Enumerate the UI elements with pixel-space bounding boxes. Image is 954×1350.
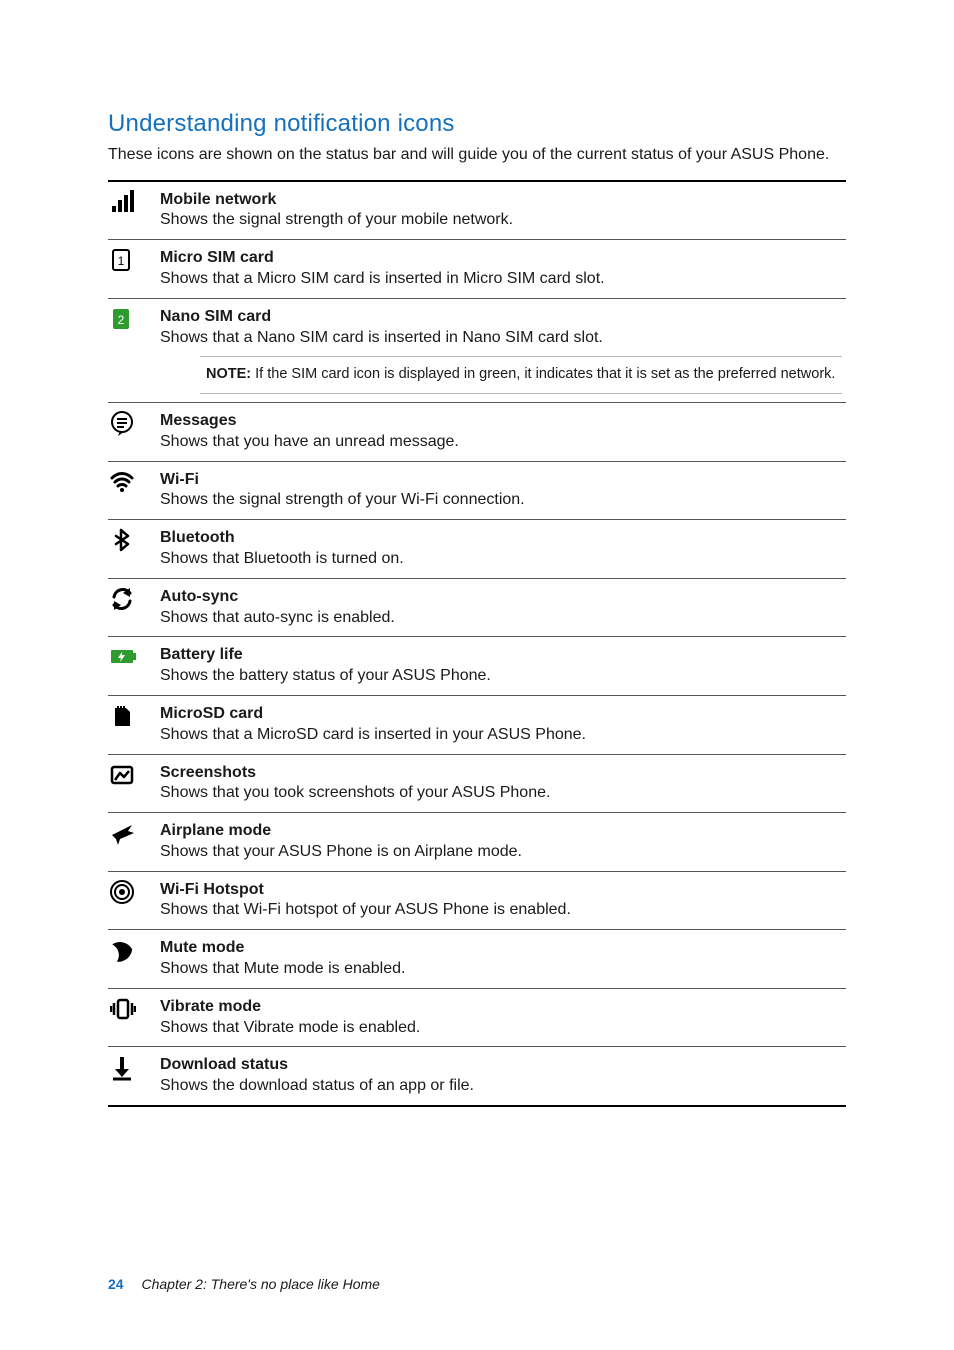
vibrate-icon	[108, 989, 156, 1029]
icon-row-title: Auto-sync	[160, 587, 842, 608]
icon-row-title: Battery life	[160, 645, 842, 666]
icon-row-title: Wi-Fi Hotspot	[160, 880, 842, 901]
icon-row: MicroSD cardShows that a MicroSD card is…	[108, 696, 846, 755]
icon-row-desc: Shows the battery status of your ASUS Ph…	[160, 666, 842, 687]
icon-text-cell: Airplane modeShows that your ASUS Phone …	[156, 813, 846, 871]
icon-row-title: Airplane mode	[160, 821, 842, 842]
icon-text-cell: BluetoothShows that Bluetooth is turned …	[156, 520, 846, 578]
icon-row: Vibrate modeShows that Vibrate mode is e…	[108, 989, 846, 1048]
icon-row-desc: Shows that you took screenshots of your …	[160, 783, 842, 804]
icon-row: Mobile networkShows the signal strength …	[108, 182, 846, 241]
sim1-icon	[108, 240, 156, 280]
icon-row-desc: Shows that Bluetooth is turned on.	[160, 549, 842, 570]
icon-row: Airplane modeShows that your ASUS Phone …	[108, 813, 846, 872]
icon-row: Mute modeShows that Mute mode is enabled…	[108, 930, 846, 989]
microsd-icon	[108, 696, 156, 736]
document-page: Understanding notification icons These i…	[0, 0, 954, 1350]
icon-row-title: Vibrate mode	[160, 997, 842, 1018]
icon-row-title: Wi-Fi	[160, 470, 842, 491]
icon-text-cell: Wi-FiShows the signal strength of your W…	[156, 462, 846, 520]
battery-icon	[108, 637, 156, 677]
icon-row: Auto-syncShows that auto-sync is enabled…	[108, 579, 846, 638]
icon-text-cell: Nano SIM cardShows that a Nano SIM card …	[156, 299, 846, 402]
note-text: If the SIM card icon is displayed in gre…	[251, 366, 835, 382]
icon-row-desc: Shows the signal strength of your Wi-Fi …	[160, 490, 842, 511]
icon-row-desc: Shows the signal strength of your mobile…	[160, 210, 842, 231]
bluetooth-icon	[108, 520, 156, 560]
icon-text-cell: MicroSD cardShows that a MicroSD card is…	[156, 696, 846, 754]
icon-row: ScreenshotsShows that you took screensho…	[108, 755, 846, 814]
icon-text-cell: Battery lifeShows the battery status of …	[156, 637, 846, 695]
icon-text-cell: Mute modeShows that Mute mode is enabled…	[156, 930, 846, 988]
icon-row-title: MicroSD card	[160, 704, 842, 725]
icon-row: Battery lifeShows the battery status of …	[108, 637, 846, 696]
icon-row-title: Screenshots	[160, 763, 842, 784]
messages-icon	[108, 403, 156, 443]
icon-row-desc: Shows that Wi-Fi hotspot of your ASUS Ph…	[160, 900, 842, 921]
icon-row-title: Nano SIM card	[160, 307, 842, 328]
page-footer: 24 Chapter 2: There's no place like Home	[108, 1276, 380, 1292]
intro-paragraph: These icons are shown on the status bar …	[108, 144, 846, 166]
icon-row: BluetoothShows that Bluetooth is turned …	[108, 520, 846, 579]
icon-row-desc: Shows that Vibrate mode is enabled.	[160, 1018, 842, 1039]
download-icon	[108, 1047, 156, 1087]
icon-row-title: Bluetooth	[160, 528, 842, 549]
icon-row-title: Mobile network	[160, 190, 842, 211]
screenshots-icon	[108, 755, 156, 795]
airplane-icon	[108, 813, 156, 853]
icon-text-cell: ScreenshotsShows that you took screensho…	[156, 755, 846, 813]
wifi-hotspot-icon	[108, 872, 156, 912]
icon-row: Nano SIM cardShows that a Nano SIM card …	[108, 299, 846, 403]
mute-icon	[108, 930, 156, 970]
chapter-label: Chapter 2: There's no place like Home	[141, 1276, 379, 1292]
icon-row-title: Micro SIM card	[160, 248, 842, 269]
icon-row: MessagesShows that you have an unread me…	[108, 403, 846, 462]
section-heading: Understanding notification icons	[108, 110, 846, 138]
icon-text-cell: Micro SIM cardShows that a Micro SIM car…	[156, 240, 846, 298]
icon-row: Wi-FiShows the signal strength of your W…	[108, 462, 846, 521]
icon-row-desc: Shows that auto-sync is enabled.	[160, 608, 842, 629]
icon-row-desc: Shows that Mute mode is enabled.	[160, 959, 842, 980]
icon-row-desc: Shows that a Micro SIM card is inserted …	[160, 269, 842, 290]
icon-table: Mobile networkShows the signal strength …	[108, 180, 846, 1107]
icon-row: Download statusShows the download status…	[108, 1047, 846, 1105]
icon-text-cell: MessagesShows that you have an unread me…	[156, 403, 846, 461]
icon-row-desc: Shows that a MicroSD card is inserted in…	[160, 725, 842, 746]
icon-text-cell: Vibrate modeShows that Vibrate mode is e…	[156, 989, 846, 1047]
icon-row: Wi-Fi HotspotShows that Wi-Fi hotspot of…	[108, 872, 846, 931]
icon-text-cell: Auto-syncShows that auto-sync is enabled…	[156, 579, 846, 637]
wifi-icon	[108, 462, 156, 502]
icon-text-cell: Mobile networkShows the signal strength …	[156, 182, 846, 240]
note-box: NOTE: If the SIM card icon is displayed …	[200, 356, 842, 394]
icon-row-desc: Shows the download status of an app or f…	[160, 1076, 842, 1097]
icon-row-title: Download status	[160, 1055, 842, 1076]
icon-row-desc: Shows that your ASUS Phone is on Airplan…	[160, 842, 842, 863]
icon-text-cell: Download statusShows the download status…	[156, 1047, 846, 1105]
autosync-icon	[108, 579, 156, 619]
icon-row-desc: Shows that you have an unread message.	[160, 432, 842, 453]
icon-row-desc: Shows that a Nano SIM card is inserted i…	[160, 328, 842, 349]
icon-row: Micro SIM cardShows that a Micro SIM car…	[108, 240, 846, 299]
icon-row-title: Messages	[160, 411, 842, 432]
icon-row-title: Mute mode	[160, 938, 842, 959]
page-number: 24	[108, 1276, 124, 1292]
signal-icon	[108, 182, 156, 222]
note-label: NOTE:	[206, 366, 251, 382]
sim2-icon	[108, 299, 156, 339]
icon-text-cell: Wi-Fi HotspotShows that Wi-Fi hotspot of…	[156, 872, 846, 930]
